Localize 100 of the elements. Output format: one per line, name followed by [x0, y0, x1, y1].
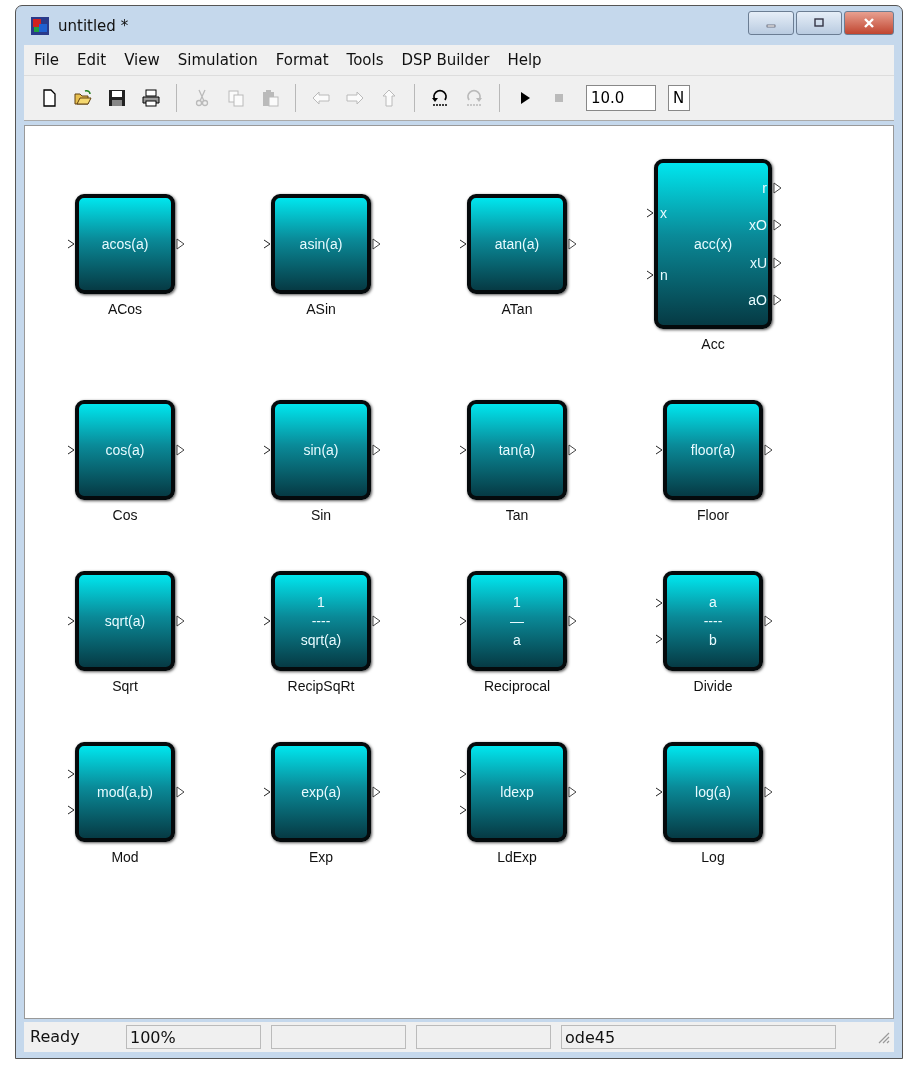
- menu-item[interactable]: Simulation: [169, 51, 268, 69]
- block[interactable]: log(a): [663, 742, 763, 842]
- block-name: Reciprocal: [483, 678, 551, 694]
- block-name: ASin: [306, 301, 336, 317]
- window-title: untitled *: [58, 16, 129, 35]
- block-text: ----: [311, 611, 331, 631]
- input-port-icon[interactable]: [263, 616, 271, 626]
- block-name: ACos: [107, 301, 143, 317]
- status-pane: 100%: [126, 1025, 261, 1049]
- block[interactable]: 1 — a: [467, 571, 567, 671]
- status-pane: ode45: [561, 1025, 836, 1049]
- block[interactable]: atan(a): [467, 194, 567, 294]
- minimize-button[interactable]: [748, 10, 794, 35]
- port-label: aO: [748, 291, 767, 308]
- input-port-icon[interactable]: [646, 270, 654, 280]
- block-name: Divide: [693, 678, 733, 694]
- block-name: Sin: [310, 507, 332, 523]
- block-name: Mod: [111, 849, 139, 865]
- port-label: xO: [749, 217, 767, 234]
- block-name: Log: [701, 849, 725, 865]
- input-port-icon[interactable]: [655, 445, 663, 455]
- block-text: tan(a): [498, 440, 536, 460]
- block-name: Cos: [112, 507, 138, 523]
- menu-item[interactable]: Format: [267, 51, 339, 69]
- menu-item[interactable]: Tools: [338, 51, 394, 69]
- block-text: sqrt(a): [104, 611, 146, 631]
- block[interactable]: exp(a): [271, 742, 371, 842]
- block-text: b: [709, 630, 717, 650]
- block[interactable]: floor(a): [663, 400, 763, 500]
- minimize-icon: [766, 23, 776, 28]
- block-text: a: [709, 592, 717, 612]
- input-port-icon[interactable]: [67, 445, 75, 455]
- port-label: r: [762, 180, 767, 197]
- block-text: floor(a): [690, 440, 736, 460]
- block[interactable]: sin(a): [271, 400, 371, 500]
- input-field[interactable]: N: [668, 85, 690, 111]
- input-port-icon[interactable]: [67, 239, 75, 249]
- input-field[interactable]: 10.0: [586, 85, 656, 111]
- block-text: ldexp: [500, 782, 534, 802]
- block[interactable]: a ---- b: [663, 571, 763, 671]
- status-text: Ready: [29, 1026, 81, 1048]
- block-name: ATan: [501, 301, 533, 317]
- resize-grip-icon[interactable]: [876, 1030, 890, 1044]
- block[interactable]: mod(a,b): [75, 742, 175, 842]
- menu-item[interactable]: Edit: [69, 51, 117, 69]
- block-name: Acc: [701, 336, 725, 352]
- menu-item[interactable]: DSP Builder: [393, 51, 500, 69]
- block-text: sin(a): [303, 440, 339, 460]
- block-text: exp(a): [301, 782, 341, 802]
- block[interactable]: ldexp: [467, 742, 567, 842]
- port-label: x: [660, 205, 667, 221]
- block-name: Exp: [308, 849, 334, 865]
- input-port-icon[interactable]: [263, 787, 271, 797]
- block-text: ----: [703, 611, 723, 631]
- input-port-icon[interactable]: [459, 805, 467, 816]
- block-text: cos(a): [105, 440, 145, 460]
- block-name: LdExp: [497, 849, 537, 865]
- input-port-icon[interactable]: [67, 616, 75, 626]
- block-text: mod(a,b): [97, 782, 153, 802]
- input-port-icon[interactable]: [263, 445, 271, 455]
- block[interactable]: tan(a): [467, 400, 567, 500]
- block[interactable]: acos(a): [75, 194, 175, 294]
- menu-item[interactable]: Help: [499, 51, 552, 69]
- block-text: acc(x): [693, 234, 733, 254]
- block-text: 1: [513, 592, 521, 612]
- input-port-icon[interactable]: [646, 208, 654, 218]
- input-port-icon[interactable]: [67, 805, 75, 816]
- block-text: log(a): [695, 782, 731, 802]
- app-icon: [30, 15, 50, 36]
- close-button[interactable]: [844, 10, 894, 35]
- maximize-icon: [813, 16, 825, 29]
- block-text: sqrt(a): [300, 630, 342, 650]
- block-text: acos(a): [101, 234, 149, 254]
- input-port-icon[interactable]: [67, 768, 75, 779]
- block-text: asin(a): [299, 234, 343, 254]
- input-port-icon[interactable]: [655, 597, 663, 608]
- maximize-button[interactable]: [796, 10, 842, 35]
- input-port-icon[interactable]: [459, 768, 467, 779]
- block-name: Tan: [505, 507, 529, 523]
- menu-item[interactable]: File: [26, 51, 70, 69]
- input-port-icon[interactable]: [459, 445, 467, 455]
- block-text: a: [513, 630, 521, 650]
- block-text: —: [510, 611, 524, 631]
- input-port-icon[interactable]: [263, 239, 271, 249]
- block-text: atan(a): [494, 234, 540, 254]
- block[interactable]: asin(a): [271, 194, 371, 294]
- block[interactable]: cos(a): [75, 400, 175, 500]
- block[interactable]: sqrt(a): [75, 571, 175, 671]
- block-name: Floor: [697, 507, 729, 523]
- input-port-icon[interactable]: [459, 239, 467, 249]
- block-name: RecipSqRt: [287, 678, 355, 694]
- port-label: xU: [749, 254, 767, 271]
- block-text: 1: [317, 592, 325, 612]
- input-port-icon[interactable]: [459, 616, 467, 626]
- input-port-icon[interactable]: [655, 634, 663, 645]
- close-icon: [863, 16, 875, 29]
- block[interactable]: 1 ---- sqrt(a): [271, 571, 371, 671]
- port-label: n: [660, 267, 668, 283]
- input-port-icon[interactable]: [655, 787, 663, 797]
- menu-item[interactable]: View: [116, 51, 170, 69]
